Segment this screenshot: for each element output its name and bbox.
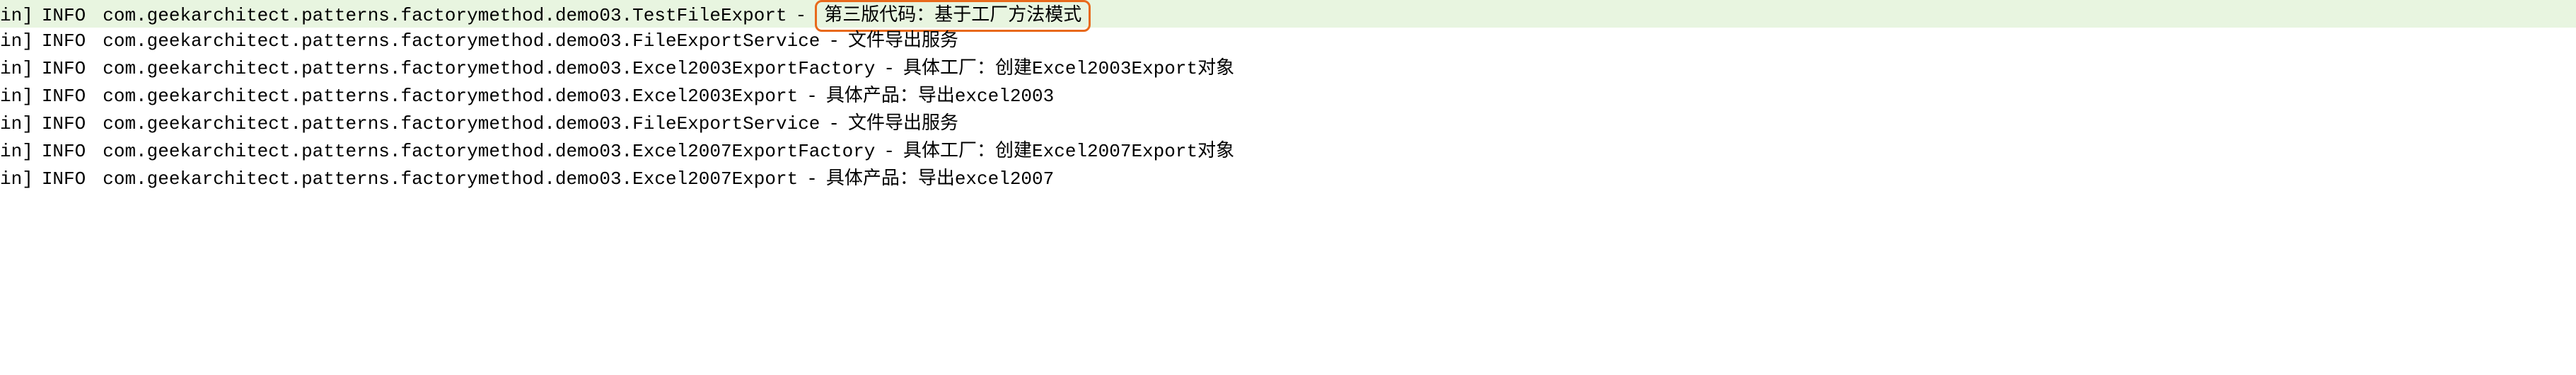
log-thread-suffix: in] bbox=[0, 2, 33, 30]
log-message: 具体产品：导出excel2003 bbox=[826, 83, 1054, 110]
log-thread-suffix: in] bbox=[0, 28, 33, 55]
log-classname: com.geekarchitect.patterns.factorymethod… bbox=[103, 2, 787, 30]
log-separator: - bbox=[883, 138, 895, 166]
log-separator: - bbox=[806, 166, 818, 193]
log-classname: com.geekarchitect.patterns.factorymethod… bbox=[103, 166, 798, 193]
log-level: INFO bbox=[42, 28, 86, 55]
log-thread-suffix: in] bbox=[0, 55, 33, 83]
log-classname: com.geekarchitect.patterns.factorymethod… bbox=[103, 138, 875, 166]
log-classname: com.geekarchitect.patterns.factorymethod… bbox=[103, 83, 798, 110]
log-message: 文件导出服务 bbox=[848, 28, 958, 55]
log-classname: com.geekarchitect.patterns.factorymethod… bbox=[103, 110, 820, 138]
log-line: in] INFO com.geekarchitect.patterns.fact… bbox=[0, 110, 2576, 138]
log-message: 具体工厂：创建Excel2007Export对象 bbox=[903, 138, 1234, 166]
log-message: 具体工厂：创建Excel2003Export对象 bbox=[903, 55, 1234, 83]
log-classname: com.geekarchitect.patterns.factorymethod… bbox=[103, 55, 875, 83]
log-thread-suffix: in] bbox=[0, 83, 33, 110]
log-output-container: in] INFO com.geekarchitect.patterns.fact… bbox=[0, 0, 2576, 193]
log-line: in] INFO com.geekarchitect.patterns.fact… bbox=[0, 55, 2576, 83]
log-message: 具体产品：导出excel2007 bbox=[826, 166, 1054, 193]
log-separator: - bbox=[828, 28, 840, 55]
log-line: in] INFO com.geekarchitect.patterns.fact… bbox=[0, 0, 2576, 28]
log-level: INFO bbox=[42, 166, 86, 193]
log-thread-suffix: in] bbox=[0, 110, 33, 138]
log-level: INFO bbox=[42, 138, 86, 166]
log-level: INFO bbox=[42, 110, 86, 138]
log-message: 文件导出服务 bbox=[848, 110, 958, 138]
log-line: in] INFO com.geekarchitect.patterns.fact… bbox=[0, 166, 2576, 193]
log-line: in] INFO com.geekarchitect.patterns.fact… bbox=[0, 138, 2576, 166]
log-level: INFO bbox=[42, 55, 86, 83]
log-separator: - bbox=[828, 110, 840, 138]
log-classname: com.geekarchitect.patterns.factorymethod… bbox=[103, 28, 820, 55]
log-thread-suffix: in] bbox=[0, 138, 33, 166]
log-line: in] INFO com.geekarchitect.patterns.fact… bbox=[0, 28, 2576, 55]
log-line: in] INFO com.geekarchitect.patterns.fact… bbox=[0, 83, 2576, 110]
log-separator: - bbox=[883, 55, 895, 83]
log-level: INFO bbox=[42, 83, 86, 110]
log-separator: - bbox=[796, 2, 807, 30]
log-thread-suffix: in] bbox=[0, 166, 33, 193]
log-separator: - bbox=[806, 83, 818, 110]
log-level: INFO bbox=[42, 2, 86, 30]
